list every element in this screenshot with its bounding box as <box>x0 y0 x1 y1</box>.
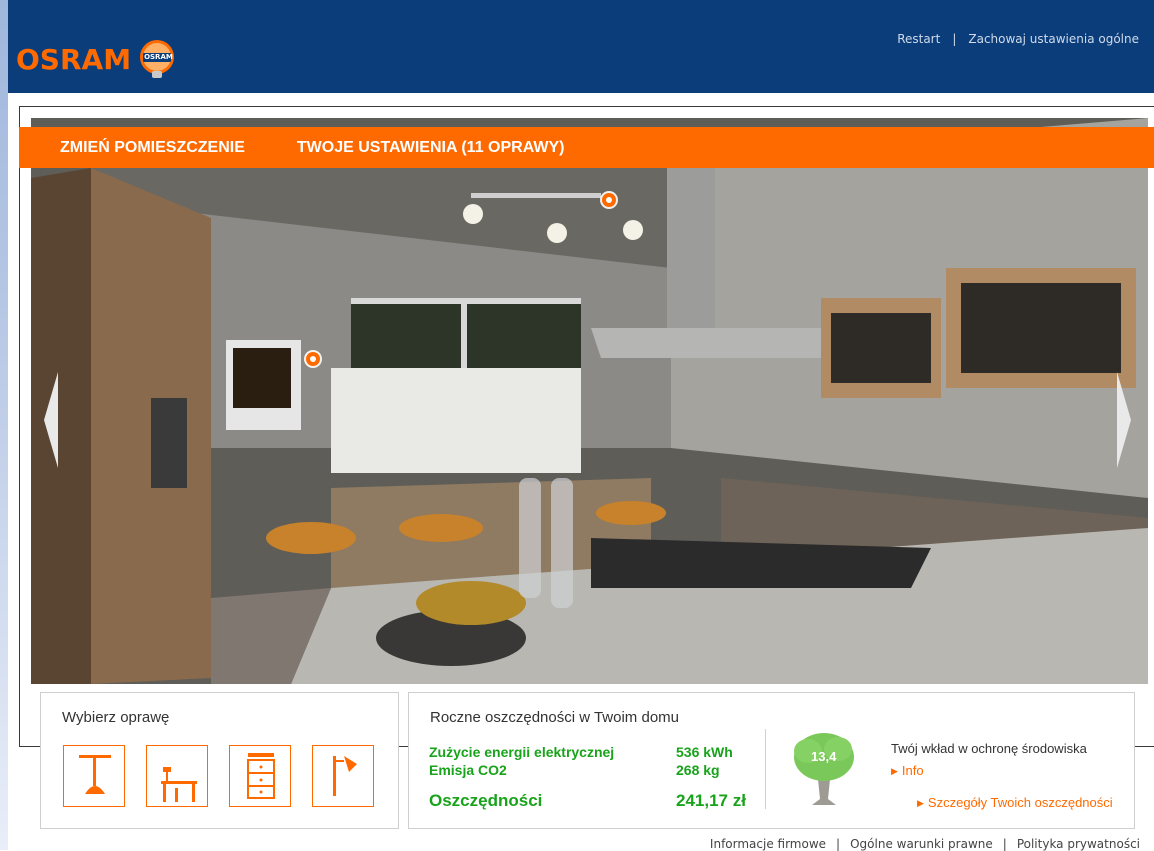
wall-lamp-button[interactable] <box>312 745 374 807</box>
energy-label: Zużycie energii elektrycznej <box>429 744 615 760</box>
table-lamp-icon <box>161 767 197 802</box>
savings-details-link[interactable]: ▶ Szczegóły Twoich oszczędności <box>917 795 1113 810</box>
prev-arrow-icon[interactable] <box>44 372 58 468</box>
savings-total-label: Oszczędności <box>429 791 543 810</box>
footer-company-info-link[interactable]: Informacje firmowe <box>710 837 826 851</box>
fixture-panel-title: Wybierz oprawę <box>62 709 170 726</box>
co2-value: 268 kg <box>676 762 720 778</box>
cabinet-light-button[interactable] <box>229 745 291 807</box>
fixture-panel: Wybierz oprawę <box>40 692 399 829</box>
savings-panel-title: Roczne oszczędności w Twoim domu <box>430 709 679 726</box>
footer-separator: | <box>1002 837 1007 851</box>
footer-privacy-link[interactable]: Polityka prywatności <box>1017 837 1140 851</box>
panel-divider <box>765 729 766 809</box>
window-left-edge <box>0 0 8 850</box>
play-triangle-icon: ▶ <box>917 798 924 808</box>
co2-label: Emisja CO2 <box>429 762 507 778</box>
restart-link[interactable]: Restart <box>897 32 940 46</box>
bulb-logo-icon: OSRAM <box>135 37 179 81</box>
light-hotspot-wall[interactable] <box>306 352 320 366</box>
tab-bar: ZMIEŃ POMIESZCZENIE TWOJE USTAWIENIA (11… <box>19 127 1154 168</box>
tab-your-settings[interactable]: TWOJE USTAWIENIA (11 OPRAWY) <box>297 139 565 157</box>
osram-logo[interactable]: OSRAM OSRAM <box>16 39 179 79</box>
play-triangle-icon: ▶ <box>891 766 898 776</box>
environment-text: Twój wkład w ochronę środowiska <box>891 741 1087 756</box>
tree-value: 13,4 <box>811 749 837 764</box>
pendant-lamp-button[interactable] <box>63 745 125 807</box>
tab-change-room[interactable]: ZMIEŃ POMIESZCZENIE <box>60 139 245 157</box>
savings-details-label: Szczegóły Twoich oszczędności <box>927 795 1113 810</box>
logo-badge-text: OSRAM <box>144 53 173 61</box>
wall-lamp-icon <box>333 756 357 796</box>
info-link-label: Info <box>901 763 924 778</box>
header-separator: | <box>952 32 957 46</box>
next-arrow-icon[interactable] <box>1117 372 1131 468</box>
footer-separator: | <box>836 837 841 851</box>
pendant-lamp-icon <box>79 755 111 794</box>
tree-icon: 13,4 <box>792 729 856 809</box>
kitchen-scene-image <box>31 118 1148 684</box>
top-header: OSRAM OSRAM Restart | Zachowaj ustawieni… <box>8 0 1154 93</box>
logo-text: OSRAM <box>16 42 132 76</box>
light-hotspot-track[interactable] <box>602 193 616 207</box>
footer-legal-link[interactable]: Ogólne warunki prawne <box>850 837 993 851</box>
table-lamp-button[interactable] <box>146 745 208 807</box>
save-settings-link[interactable]: Zachowaj ustawienia ogólne <box>968 32 1139 46</box>
energy-value: 536 kWh <box>676 744 733 760</box>
savings-panel: Roczne oszczędności w Twoim domu Zużycie… <box>408 692 1135 829</box>
savings-total-value: 241,17 zł <box>676 791 746 810</box>
cabinet-light-icon <box>247 753 275 799</box>
footer-links: Informacje firmowe | Ogólne warunki praw… <box>710 837 1140 851</box>
info-link[interactable]: ▶ Info <box>891 763 924 778</box>
header-links: Restart | Zachowaj ustawienia ogólne <box>897 32 1139 46</box>
